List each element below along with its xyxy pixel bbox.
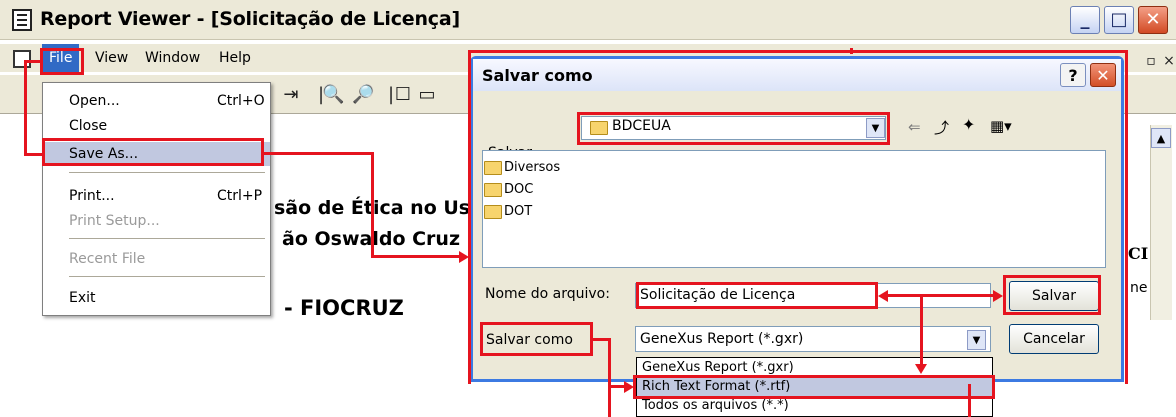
- zoom-in-icon[interactable]: 🔍: [322, 84, 344, 106]
- menu-item-label: Print Setup...: [69, 213, 160, 229]
- annotation-arrow-icon: [459, 251, 469, 263]
- menu-separator: [69, 238, 265, 239]
- annotation-line: [24, 60, 40, 63]
- report-right-fragment-1: CI: [1128, 244, 1149, 263]
- annotation-box-file: [40, 48, 84, 75]
- menu-item-close[interactable]: Close: [43, 114, 270, 138]
- document-icon: [13, 50, 31, 68]
- annotation-line: [24, 60, 27, 156]
- annotation-box-filetype-label: [480, 322, 593, 356]
- annotation-arrow-icon: [624, 381, 634, 393]
- menu-item-label: Open...: [69, 93, 120, 109]
- annotation-arrow-icon: [993, 290, 1003, 302]
- close-window-button[interactable]: ✕: [1138, 6, 1168, 34]
- annotation-line: [371, 255, 459, 258]
- menu-item-print[interactable]: Print... Ctrl+P: [43, 184, 270, 208]
- menu-item-exit[interactable]: Exit: [43, 286, 270, 310]
- two-page-icon[interactable]: ▭: [416, 84, 438, 106]
- report-line-3: - FIOCRUZ: [284, 296, 404, 320]
- annotation-box-save-button: [1003, 275, 1101, 315]
- annotation-line: [371, 152, 374, 258]
- annotation-line: [888, 294, 994, 297]
- menu-item-shortcut: Ctrl+O: [217, 93, 265, 109]
- menu-view[interactable]: View: [88, 44, 135, 72]
- child-close-icon[interactable]: ×: [1158, 50, 1176, 72]
- annotation-line: [850, 48, 853, 54]
- filetype-option[interactable]: Todos os arquivos (*.*): [642, 397, 789, 415]
- annotation-line: [968, 384, 971, 417]
- annotation-arrow-icon: [878, 290, 888, 302]
- menu-item-label: Recent File: [69, 251, 146, 267]
- annotation-arrow-icon: [915, 364, 927, 374]
- menu-window[interactable]: Window: [138, 44, 207, 72]
- zoom-out-icon[interactable]: 🔎: [352, 84, 374, 106]
- one-page-icon[interactable]: ☐: [392, 84, 414, 106]
- maximize-button[interactable]: □: [1104, 6, 1134, 34]
- menu-separator: [69, 276, 265, 277]
- menu-item-label: Close: [69, 118, 108, 134]
- menu-item-label: Exit: [69, 290, 96, 306]
- menu-separator: [69, 172, 265, 173]
- file-menu-dropdown: Open... Ctrl+O Close Save As... Print...…: [42, 82, 271, 316]
- vertical-scrollbar[interactable]: [1150, 125, 1172, 320]
- next-page-icon[interactable]: ⇥: [280, 84, 302, 106]
- menu-help[interactable]: Help: [212, 44, 258, 72]
- report-right-fragment-2: ne: [1130, 280, 1148, 296]
- annotation-line: [264, 152, 374, 155]
- minimize-button[interactable]: _: [1070, 6, 1100, 34]
- annotation-box-rtf-option: [633, 375, 995, 399]
- main-window-title: Report Viewer - [Solicitação de Licença]: [40, 8, 460, 30]
- annotation-line: [24, 153, 42, 156]
- menu-item-label: Print...: [69, 188, 115, 204]
- menu-item-recent-file: Recent File: [43, 247, 270, 271]
- report-viewer-app-icon: [12, 9, 32, 31]
- annotation-box-filename: [636, 282, 878, 309]
- menu-item-print-setup: Print Setup...: [43, 209, 270, 233]
- annotation-box-folder: [577, 112, 890, 145]
- annotation-box-save-as: [42, 138, 264, 166]
- annotation-line: [608, 338, 611, 417]
- scroll-up-arrow-icon[interactable]: ▲: [1151, 128, 1171, 148]
- annotation-line: [920, 296, 923, 364]
- menu-item-shortcut: Ctrl+P: [217, 188, 263, 204]
- menu-item-open[interactable]: Open... Ctrl+O: [43, 89, 270, 113]
